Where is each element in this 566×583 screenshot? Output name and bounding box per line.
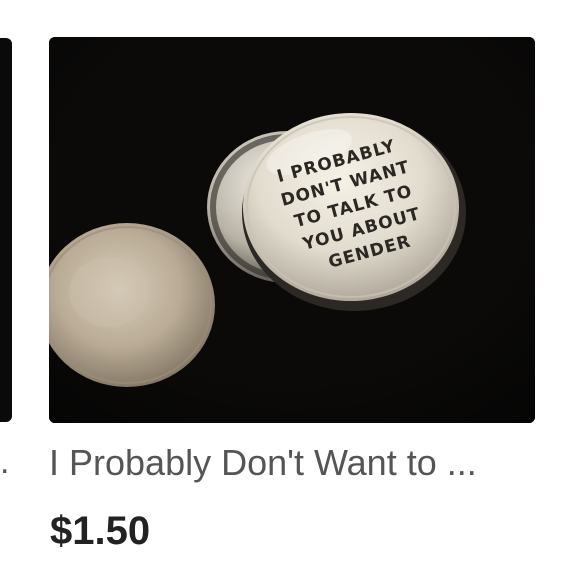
product-photo: I PROBABLY DON'T WANT TO TALK TO YOU ABO…: [49, 37, 535, 423]
product-card[interactable]: I PROBABLY DON'T WANT TO TALK TO YOU ABO…: [49, 37, 535, 562]
previous-product-title[interactable]: .: [0, 440, 9, 484]
product-title[interactable]: I Probably Don't Want to ...: [49, 440, 535, 486]
previous-product-image[interactable]: [0, 38, 12, 422]
product-image[interactable]: I PROBABLY DON'T WANT TO TALK TO YOU ABO…: [49, 37, 535, 423]
product-price: $1.50: [50, 509, 151, 553]
